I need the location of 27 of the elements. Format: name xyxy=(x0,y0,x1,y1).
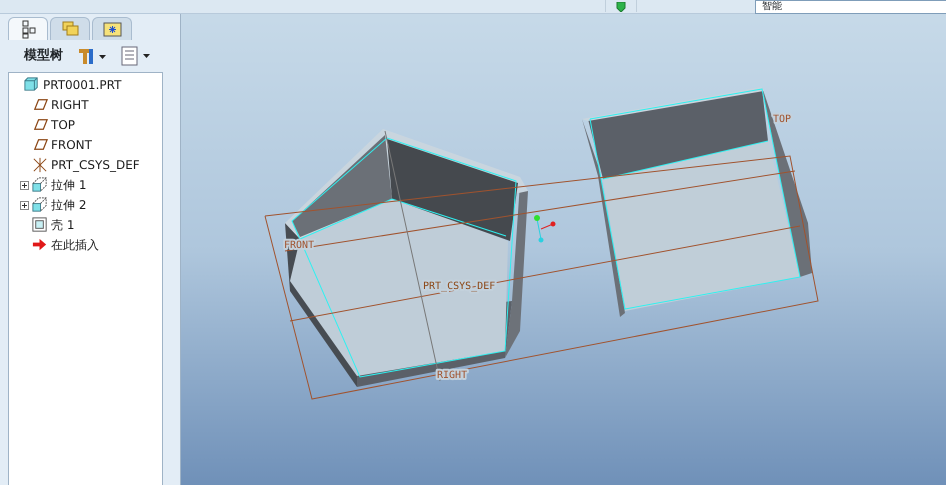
model-tree-tab[interactable] xyxy=(8,17,48,40)
tree-item[interactable]: RIGHT xyxy=(51,96,89,114)
panel-title: 模型树 xyxy=(24,47,63,66)
datum-label: TOP xyxy=(773,114,792,125)
datum-label: RIGHT xyxy=(437,370,468,381)
datum-label: FRONT xyxy=(284,240,314,251)
tools-menu-icon[interactable] xyxy=(77,47,107,65)
favorites-tab[interactable] xyxy=(92,17,132,40)
coordinate-triad-icon xyxy=(534,215,556,242)
tree-item[interactable]: 拉伸 1 xyxy=(51,176,86,194)
status-light-icon xyxy=(616,2,626,12)
extrude-icon xyxy=(31,196,49,214)
tree-item[interactable]: FRONT xyxy=(51,136,92,154)
expand-icon[interactable] xyxy=(17,200,31,210)
tree-item[interactable]: TOP xyxy=(51,116,76,134)
coordinate-system-icon xyxy=(31,156,49,174)
filter-field[interactable]: 智能 xyxy=(755,0,946,14)
tree-item[interactable]: 拉伸 2 xyxy=(51,196,86,214)
extrude-icon xyxy=(31,176,49,194)
list-menu-icon[interactable] xyxy=(121,46,151,66)
expand-icon[interactable] xyxy=(17,180,31,190)
tree-item[interactable]: PRT_CSYS_DEF xyxy=(51,156,140,174)
folders-icon xyxy=(60,20,80,38)
shell-icon xyxy=(31,216,49,234)
tree-item[interactable]: 壳 1 xyxy=(51,216,74,234)
tree-item[interactable]: 在此插入 xyxy=(51,236,99,254)
tree-item[interactable]: PRT0001.PRT xyxy=(43,76,122,94)
